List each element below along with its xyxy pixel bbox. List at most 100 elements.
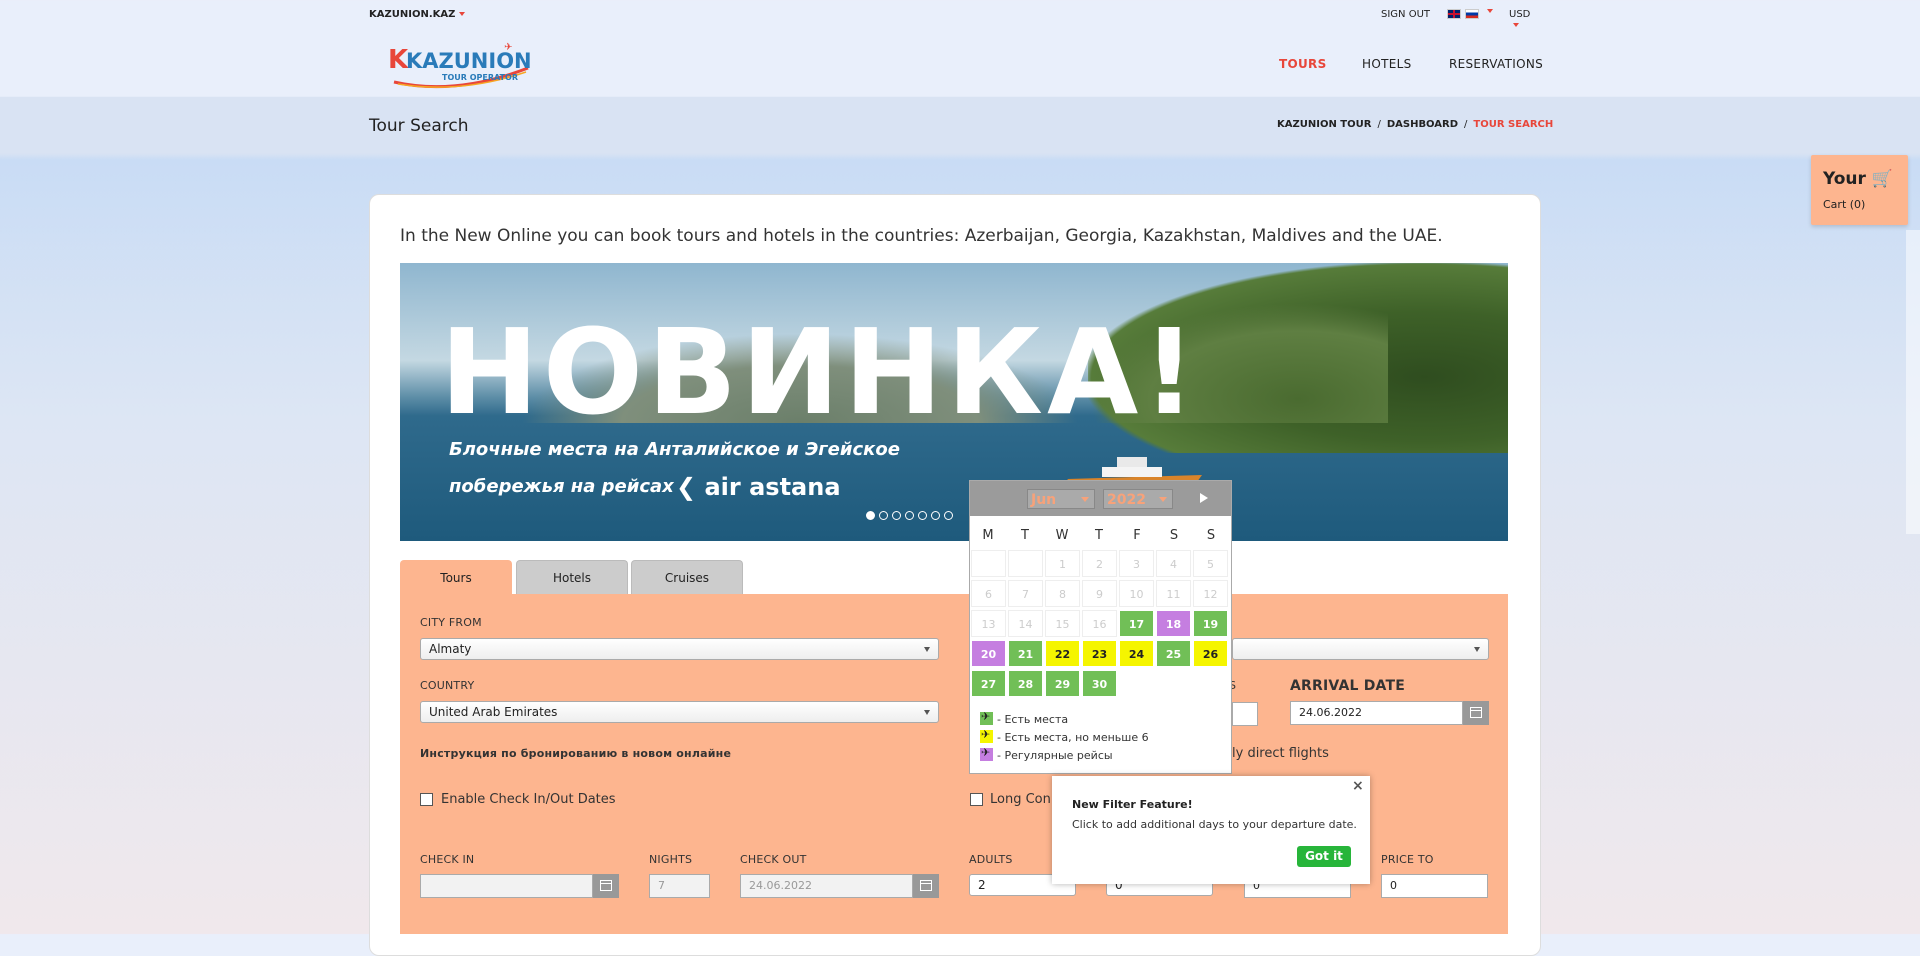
carousel-dots — [866, 505, 957, 524]
city-from-select[interactable]: Almaty — [420, 638, 939, 660]
svg-text:✈: ✈ — [504, 42, 512, 53]
weekday-label: M — [982, 528, 994, 543]
calendar-day-few[interactable]: 24 — [1119, 640, 1154, 667]
checkout-input[interactable]: 24.06.2022 — [740, 874, 913, 898]
calendar-day-disabled: 11 — [1156, 580, 1191, 607]
currency-label: USD — [1509, 9, 1531, 20]
adults-label: ADULTS — [969, 853, 1013, 866]
calendar-icon[interactable] — [913, 874, 939, 898]
nights-input[interactable]: 7 — [649, 874, 710, 898]
enable-checkin-checkbox[interactable] — [420, 793, 433, 806]
ru-flag-icon[interactable] — [1465, 9, 1479, 19]
air-astana-icon: ❮ — [676, 473, 697, 501]
long-connection-checkbox[interactable] — [970, 793, 983, 806]
chevron-down-icon — [924, 647, 930, 652]
calendar-day-few[interactable]: 26 — [1193, 640, 1228, 667]
tooltip-description: Click to add additional days to your dep… — [1072, 818, 1357, 831]
carousel-dot[interactable] — [918, 511, 927, 520]
nights-label: NIGHTS — [649, 853, 693, 866]
breadcrumb-home[interactable]: KAZUNION TOUR — [1277, 119, 1371, 130]
year-select[interactable]: 2022 — [1103, 489, 1173, 509]
chevron-down-icon — [1159, 497, 1167, 502]
promo-banner[interactable]: НОВИНКА! Блочные места на Анталийское и … — [400, 263, 1508, 541]
arrival-date-input[interactable]: 24.06.2022 — [1290, 701, 1463, 725]
calendar-day-disabled: 5 — [1193, 550, 1228, 577]
calendar-day-disabled: 16 — [1082, 610, 1117, 637]
plane-icon — [980, 728, 993, 743]
calendar-day-available[interactable]: 29 — [1045, 670, 1080, 697]
legend-regular: - Регулярные рейсы — [980, 746, 1113, 762]
chevron-down-icon — [1474, 647, 1480, 652]
price-to-input[interactable]: 0 — [1381, 874, 1488, 898]
carousel-dot[interactable] — [944, 511, 953, 520]
month-value: Jun — [1031, 492, 1057, 508]
chevron-down-icon[interactable] — [1487, 9, 1493, 13]
calendar-day-available[interactable]: 25 — [1156, 640, 1191, 667]
destination-select[interactable] — [1232, 638, 1489, 660]
cart-widget[interactable]: Your 🛒 Cart (0) — [1811, 155, 1908, 225]
cart-count: Cart (0) — [1823, 198, 1866, 211]
calendar-day-available[interactable]: 28 — [1008, 670, 1043, 697]
site-selector[interactable]: KAZUNION.KAZ — [369, 9, 466, 20]
nights-from-input[interactable] — [1232, 702, 1258, 726]
logo[interactable]: K KAZUNION TOUR OPERATOR ✈ — [386, 38, 536, 90]
calendar-day-available[interactable]: 30 — [1082, 670, 1117, 697]
weekday-label: S — [1206, 528, 1216, 543]
got-it-button[interactable]: Got it — [1297, 846, 1351, 867]
carousel-dot[interactable] — [905, 511, 914, 520]
carousel-dot[interactable] — [892, 511, 901, 520]
calendar-day-disabled: 1 — [1045, 550, 1080, 577]
calendar-day-disabled: 10 — [1119, 580, 1154, 607]
carousel-dot[interactable] — [866, 511, 875, 520]
calendar-icon[interactable] — [593, 874, 619, 898]
year-value: 2022 — [1107, 492, 1146, 508]
calendar-day-few[interactable]: 23 — [1082, 640, 1117, 667]
calendar-day-disabled: 8 — [1045, 580, 1080, 607]
calendar-day-disabled: 14 — [1008, 610, 1043, 637]
checkin-input[interactable] — [420, 874, 593, 898]
calendar-day-available[interactable]: 27 — [971, 670, 1006, 697]
calendar-day-available[interactable]: 21 — [1008, 640, 1043, 667]
tab-hotels[interactable]: Hotels — [516, 560, 628, 594]
tab-tours[interactable]: Tours — [400, 560, 512, 595]
calendar-day-available[interactable]: 17 — [1119, 610, 1154, 637]
carousel-dot[interactable] — [931, 511, 940, 520]
weekday-label: T — [1095, 528, 1103, 543]
top-bar: KAZUNION.KAZ SIGN OUT USD — [369, 0, 1539, 30]
calendar-empty-cell — [1008, 550, 1043, 577]
airline-brand: ❮ air astana — [676, 473, 841, 501]
legend-few: - Есть места, но меньше 6 — [980, 728, 1149, 744]
sign-out-link[interactable]: SIGN OUT — [1381, 9, 1430, 20]
calendar-icon[interactable] — [1463, 701, 1489, 725]
next-month-icon[interactable] — [1200, 493, 1208, 503]
plane-icon — [980, 710, 993, 725]
country-value: United Arab Emirates — [429, 705, 558, 719]
nav-reservations[interactable]: RESERVATIONS — [1449, 57, 1543, 71]
nav-hotels[interactable]: HOTELS — [1362, 57, 1411, 71]
breadcrumb-sep: / — [1377, 119, 1381, 130]
plane-icon — [980, 746, 993, 761]
tab-cruises[interactable]: Cruises — [631, 560, 743, 594]
calendar-day-disabled: 7 — [1008, 580, 1043, 607]
breadcrumb-current: TOUR SEARCH — [1473, 119, 1554, 130]
booking-instruction-link[interactable]: Инструкция по бронированию в новом онлай… — [420, 747, 731, 760]
calendar-day-available[interactable]: 19 — [1193, 610, 1228, 637]
calendar-empty-cell — [971, 550, 1006, 577]
breadcrumb-dashboard[interactable]: DASHBOARD — [1387, 119, 1458, 130]
country-select[interactable]: United Arab Emirates — [420, 701, 939, 723]
long-connection-label: Long Conn — [990, 792, 1060, 807]
cart-title-text: Your — [1823, 169, 1866, 189]
uk-flag-icon[interactable] — [1447, 9, 1461, 19]
close-icon[interactable]: × — [1352, 778, 1364, 794]
kazunion-logo-icon: K KAZUNION TOUR OPERATOR ✈ — [388, 42, 532, 89]
month-select[interactable]: Jun — [1027, 489, 1095, 509]
nav-tours[interactable]: TOURS — [1279, 57, 1327, 71]
carousel-dot[interactable] — [879, 511, 888, 520]
currency-selector[interactable]: USD — [1509, 9, 1539, 31]
calendar-day-disabled: 12 — [1193, 580, 1228, 607]
cart-title: Your 🛒 — [1823, 169, 1893, 189]
calendar-day-regular[interactable]: 18 — [1156, 610, 1191, 637]
legend-few-text: - Есть места, но меньше 6 — [997, 731, 1149, 744]
calendar-day-regular[interactable]: 20 — [971, 640, 1006, 667]
calendar-day-few[interactable]: 22 — [1045, 640, 1080, 667]
